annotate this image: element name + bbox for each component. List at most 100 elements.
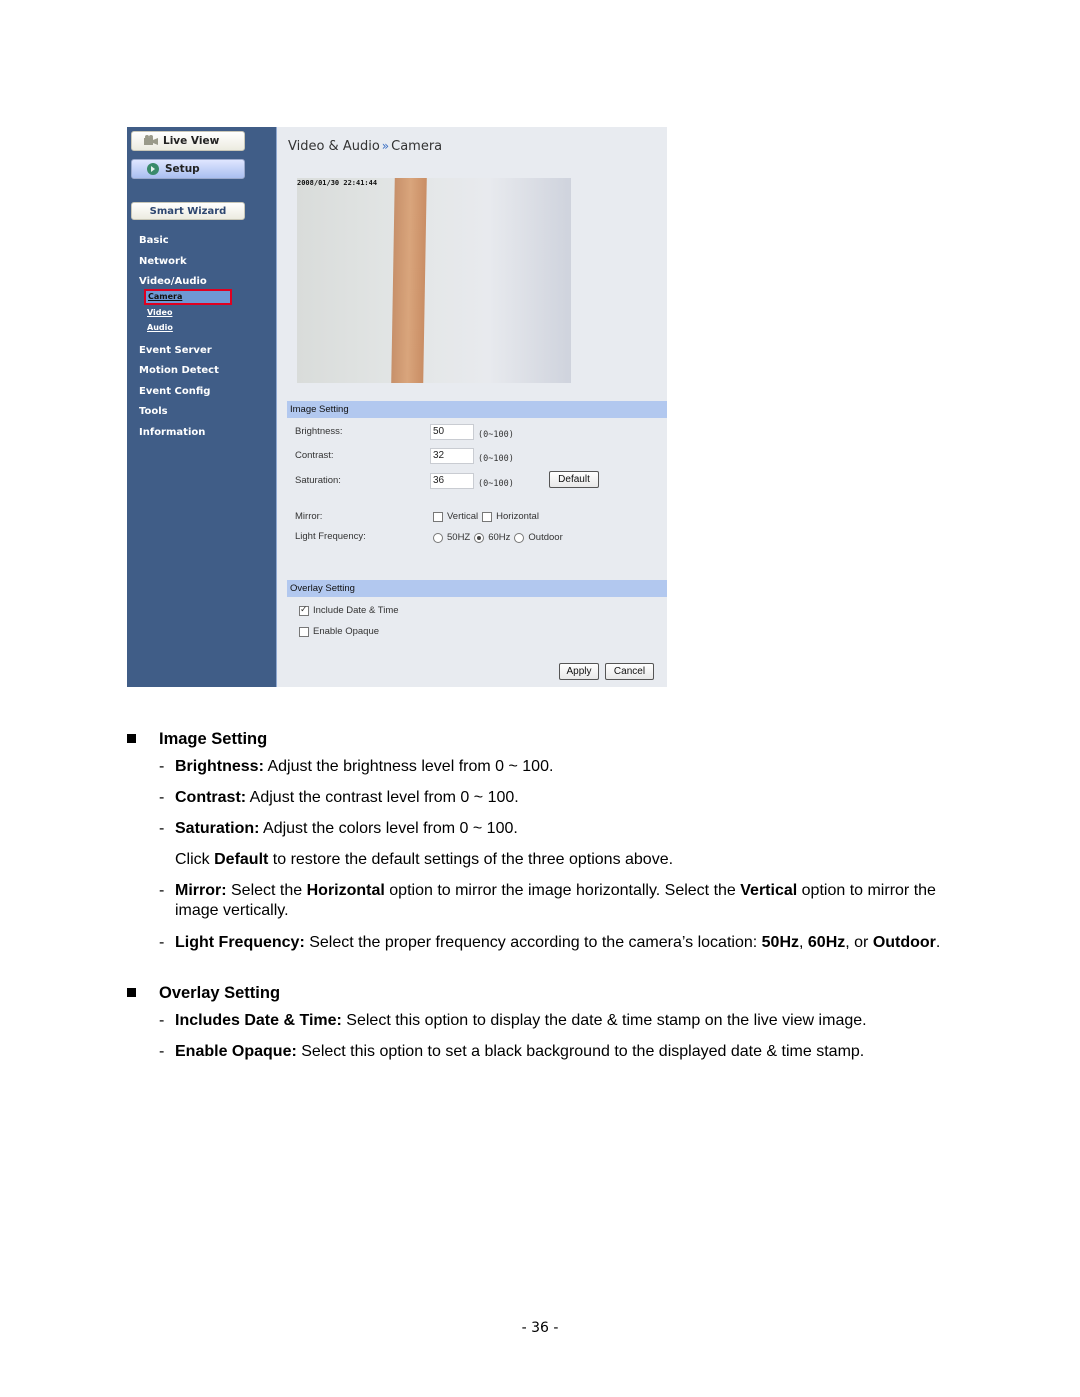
term: Enable Opaque: (175, 1043, 297, 1060)
term: Light Frequency: (175, 934, 305, 951)
dash: - (159, 789, 165, 806)
radio-60hz[interactable] (474, 532, 485, 543)
text: Click (175, 851, 215, 868)
term: Vertical (740, 882, 798, 899)
overlay-setting-header: Overlay Setting (287, 580, 667, 597)
dash: - (159, 758, 165, 775)
radio-60hz-label: 60Hz (488, 532, 511, 543)
nav-sub-audio[interactable]: Audio (147, 323, 173, 332)
breadcrumb-page: Camera (391, 139, 443, 154)
nav-video-audio[interactable]: Video/Audio (139, 276, 207, 287)
square-bullet-icon (127, 988, 136, 997)
page-title: Video & Audio» Camera (288, 139, 442, 154)
brightness-label: Brightness: (295, 426, 343, 437)
saturation-label: Saturation: (295, 475, 341, 486)
contrast-range: (0~100) (478, 454, 514, 464)
term: Contrast: (175, 789, 247, 806)
light-frequency-options: 50HZ 60Hz Outdoor (433, 532, 567, 543)
text: to restore the default settings of the t… (268, 851, 674, 868)
setup-icon (146, 163, 160, 175)
include-date-time-label: Include Date & Time (313, 605, 399, 616)
contrast-label: Contrast: (295, 450, 334, 461)
apply-button[interactable]: Apply (559, 663, 599, 680)
saturation-range: (0~100) (478, 479, 514, 489)
image-setting-heading: Image Setting (127, 730, 267, 749)
breadcrumb-section: Video & Audio (288, 139, 380, 154)
nav-event-server[interactable]: Event Server (139, 345, 212, 356)
text: option to mirror the image horizontally.… (384, 882, 741, 899)
square-bullet-icon (127, 734, 136, 743)
text: , or (845, 934, 873, 951)
saturation-input[interactable]: 36 (430, 473, 474, 489)
term: Brightness: (175, 758, 264, 775)
setup-label: Setup (165, 163, 200, 175)
description: Adjust the brightness level from 0 ~ 100… (263, 758, 554, 775)
nav-information[interactable]: Information (139, 427, 205, 438)
image-setting-header: Image Setting (287, 401, 667, 418)
live-view-button[interactable]: Live View (131, 131, 245, 151)
text: Select the (226, 882, 307, 899)
dash: - (159, 882, 165, 899)
nav-network[interactable]: Network (139, 256, 187, 267)
radio-outdoor[interactable] (514, 532, 525, 543)
content-panel: Video & Audio» Camera 2008/01/30 22:41:44… (277, 127, 667, 687)
camera-settings-screenshot: Live View Setup Smart Wizard Basic Netwo… (127, 127, 667, 687)
dash: - (159, 820, 165, 837)
term: 50Hz (761, 934, 799, 951)
nav-basic[interactable]: Basic (139, 235, 169, 246)
description: Select this option to display the date &… (341, 1012, 867, 1029)
radio-50hz-label: 50HZ (447, 532, 471, 543)
term: Horizontal (306, 882, 385, 899)
term: Saturation: (175, 820, 260, 837)
ruler-in-preview (391, 178, 427, 383)
camera-preview: 2008/01/30 22:41:44 (297, 178, 571, 383)
camera-timestamp: 2008/01/30 22:41:44 (297, 179, 378, 187)
contrast-input[interactable]: 32 (430, 448, 474, 464)
brightness-range: (0~100) (478, 430, 514, 440)
dash: - (159, 934, 165, 951)
include-date-time-option: Include Date & Time (299, 604, 403, 616)
cancel-button[interactable]: Cancel (605, 663, 654, 680)
mirror-vertical-label: Vertical (447, 511, 479, 522)
mirror-label: Mirror: (295, 511, 323, 522)
nav-event-config[interactable]: Event Config (139, 386, 210, 397)
include-date-time-checkbox[interactable] (299, 604, 309, 616)
mirror-horizontal-checkbox[interactable] (482, 511, 493, 522)
nav-tools[interactable]: Tools (139, 406, 168, 417)
mirror-options: Vertical Horizontal (433, 511, 543, 522)
enable-opaque-checkbox[interactable] (299, 626, 309, 637)
description: Adjust the colors level from 0 ~ 100. (259, 820, 518, 837)
term: 60Hz (807, 934, 846, 951)
heading-text: Overlay Setting (159, 984, 281, 1002)
enable-opaque-option: Enable Opaque (299, 626, 383, 637)
nav-sub-camera[interactable]: Camera (144, 289, 232, 305)
nav-motion-detect[interactable]: Motion Detect (139, 365, 219, 376)
radio-outdoor-label: Outdoor (528, 532, 563, 543)
nav-sub-video[interactable]: Video (147, 308, 172, 317)
dash: - (159, 1012, 165, 1029)
term: Includes Date & Time: (175, 1012, 342, 1029)
description: Adjust the contrast level from 0 ~ 100. (246, 789, 519, 806)
mirror-horizontal-label: Horizontal (496, 511, 539, 522)
default-button[interactable]: Default (549, 471, 599, 488)
enable-opaque-label: Enable Opaque (313, 626, 380, 637)
text: . (935, 934, 941, 951)
breadcrumb-separator: » (381, 139, 390, 153)
brightness-input[interactable]: 50 (430, 424, 474, 440)
text: , (799, 934, 808, 951)
sidebar: Live View Setup Smart Wizard Basic Netwo… (127, 127, 277, 687)
dash: - (159, 1043, 165, 1060)
smart-wizard-button[interactable]: Smart Wizard (131, 202, 245, 220)
video-camera-icon (144, 135, 158, 147)
mirror-vertical-checkbox[interactable] (433, 511, 443, 522)
light-frequency-label: Light Frequency: (295, 531, 366, 542)
description: Select this option to set a black backgr… (296, 1043, 865, 1060)
term: Outdoor (872, 934, 936, 951)
live-view-label: Live View (163, 135, 220, 147)
setup-button[interactable]: Setup (131, 159, 245, 179)
heading-text: Image Setting (159, 730, 268, 748)
text: Select the proper frequency according to… (304, 934, 762, 951)
term: Default (214, 851, 269, 868)
term: Mirror: (175, 882, 227, 899)
radio-50hz[interactable] (433, 532, 443, 543)
